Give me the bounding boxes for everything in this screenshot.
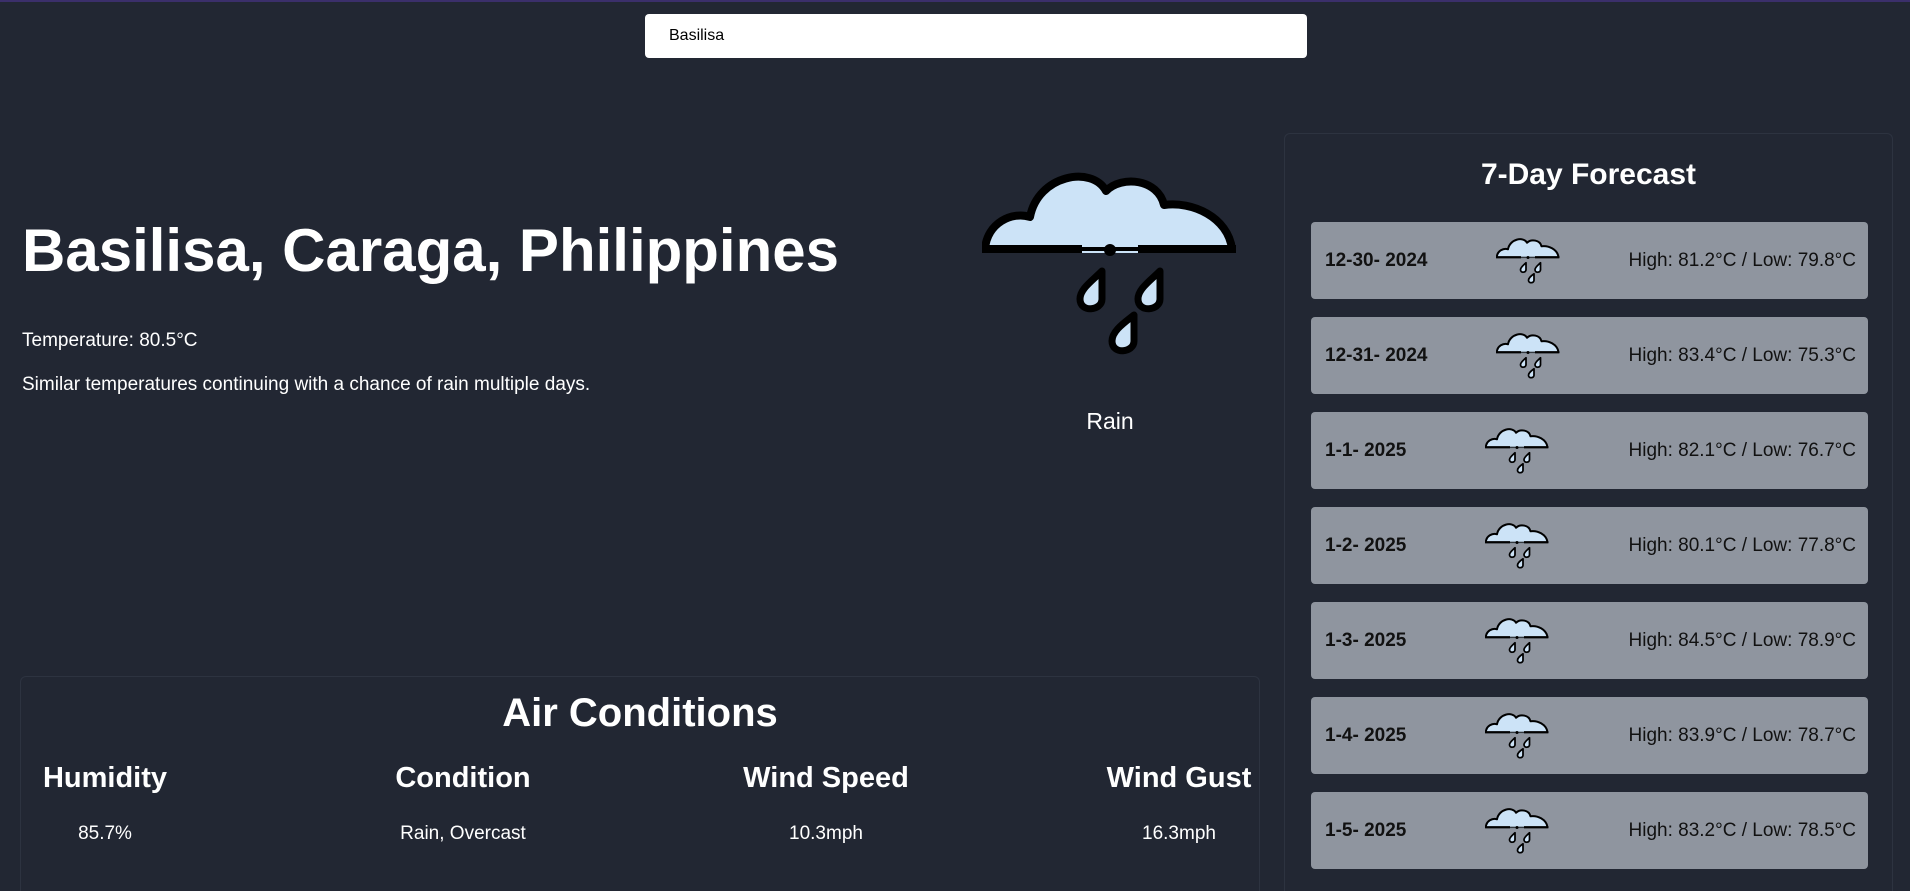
forecast-day-row: 1-1- 2025 High: 82.1°C / Low: 76.7°C [1311,412,1868,489]
search-input[interactable] [645,14,1307,58]
wind-speed-label: Wind Speed [743,762,909,794]
wind-gust-label: Wind Gust [1106,762,1252,794]
location-title: Basilisa, Caraga, Philippines [22,217,839,284]
rain-cloud-icon [1485,616,1549,664]
wind-gust-value: 16.3mph [1142,823,1216,844]
forecast-temps: High: 83.9°C / Low: 78.7°C [1628,725,1856,746]
forecast-day-row: 12-30- 2024 High: 81.2°C / Low: 79.8°C [1311,222,1868,299]
condition-stat: Condition Rain, Overcast [353,762,573,845]
forecast-day-row: 1-5- 2025 High: 83.2°C / Low: 78.5°C [1311,792,1868,869]
air-conditions-panel: Air Conditions Humidity 85.7% Condition … [20,676,1260,891]
forecast-title: 7-Day Forecast [1480,158,1697,191]
rain-cloud-icon [1496,236,1560,284]
forecast-date: 1-3- 2025 [1325,630,1407,651]
forecast-day-row: 12-31- 2024 High: 83.4°C / Low: 75.3°C [1311,317,1868,394]
forecast-temps: High: 83.4°C / Low: 75.3°C [1628,345,1856,366]
search-bar [645,14,1307,58]
wind-speed-value: 10.3mph [789,823,863,844]
forecast-temps: High: 82.1°C / Low: 76.7°C [1628,440,1856,461]
forecast-date: 12-30- 2024 [1325,250,1428,271]
forecast-temps: High: 84.5°C / Low: 78.9°C [1628,630,1856,651]
current-condition: Rain [1086,408,1134,434]
forecast-day-row: 1-3- 2025 High: 84.5°C / Low: 78.9°C [1311,602,1868,679]
rain-cloud-icon [1485,521,1549,569]
forecast-temps: High: 80.1°C / Low: 77.8°C [1628,535,1856,556]
condition-value: Rain, Overcast [400,823,526,844]
forecast-day-row: 1-4- 2025 High: 83.9°C / Low: 78.7°C [1311,697,1868,774]
rain-cloud-icon [1496,331,1560,379]
humidity-label: Humidity [42,762,168,794]
forecast-date: 1-1- 2025 [1325,440,1407,461]
wind-gust-stat: Wind Gust 16.3mph [1104,762,1254,845]
humidity-value: 85.7% [78,823,132,844]
forecast-temps: High: 83.2°C / Low: 78.5°C [1628,820,1856,841]
forecast-date: 1-4- 2025 [1325,725,1407,746]
top-accent-bar [0,0,1910,2]
forecast-panel: 7-Day Forecast 12-30- 2024 High: 81.2°C … [1284,133,1893,891]
weather-summary: Similar temperatures continuing with a c… [22,374,591,395]
condition-label: Condition [395,762,531,794]
rain-cloud-icon [1485,711,1549,759]
rain-cloud-icon [1485,426,1549,474]
current-temperature: Temperature: 80.5°C [22,330,198,351]
rain-cloud-icon [982,165,1238,355]
humidity-stat: Humidity 85.7% [35,762,175,845]
forecast-date: 1-2- 2025 [1325,535,1407,556]
forecast-date: 12-31- 2024 [1325,345,1428,366]
wind-speed-stat: Wind Speed 10.3mph [716,762,936,845]
forecast-temps: High: 81.2°C / Low: 79.8°C [1628,250,1856,271]
air-conditions-title: Air Conditions [502,691,778,735]
forecast-day-row: 1-2- 2025 High: 80.1°C / Low: 77.8°C [1311,507,1868,584]
forecast-date: 1-5- 2025 [1325,820,1407,841]
rain-cloud-icon [1485,806,1549,854]
